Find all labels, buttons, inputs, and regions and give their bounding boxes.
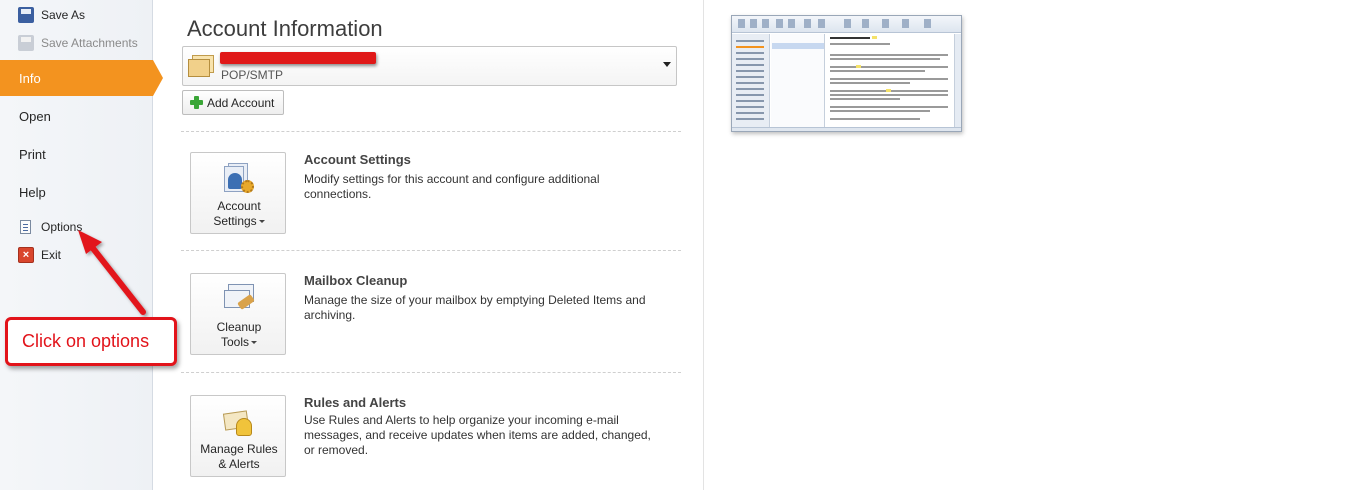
rules-alerts-icon [222, 406, 256, 440]
account-info-panel: Account Information POP/SMTP Add Account [154, 0, 704, 490]
nav-save-as[interactable]: Save As [0, 6, 153, 24]
section-desc-rules-alerts: Use Rules and Alerts to help organize yo… [304, 413, 651, 457]
panel-divider [703, 0, 704, 490]
account-settings-icon [222, 163, 256, 197]
section-title-rules-alerts: Rules and Alerts [304, 395, 407, 410]
exit-icon: × [18, 247, 34, 263]
account-icon [188, 55, 214, 79]
nav-save-attachments-label: Save Attachments [41, 36, 138, 50]
nav-info[interactable]: Info [0, 60, 163, 96]
annotation-callout: Click on options [5, 317, 177, 366]
manage-rules-alerts-button[interactable]: Manage Rules & Alerts [190, 395, 286, 477]
outlook-backstage: Save As Save Attachments Info Open Print… [0, 0, 1362, 490]
account-settings-button[interactable]: Account Settings [190, 152, 286, 234]
manage-rules-button-line2: & Alerts [218, 457, 260, 471]
annotation-text: Click on options [22, 331, 150, 351]
nav-help[interactable]: Help [0, 182, 153, 202]
account-selector[interactable]: POP/SMTP [182, 46, 677, 86]
section-title-account-settings: Account Settings [304, 152, 411, 167]
cleanup-tools-button-line1: Cleanup [216, 320, 262, 334]
nav-print-label: Print [19, 146, 46, 162]
cleanup-tools-icon [222, 284, 256, 318]
page-title: Account Information [187, 16, 383, 41]
nav-save-attachments[interactable]: Save Attachments [0, 34, 153, 52]
chevron-down-icon[interactable] [663, 62, 671, 67]
cleanup-tools-button[interactable]: Cleanup Tools [190, 273, 286, 355]
add-account-button[interactable]: Add Account [182, 90, 284, 115]
account-settings-button-line1: Account [217, 199, 261, 213]
nav-open-label: Open [19, 108, 51, 124]
redacted-account-name [220, 52, 376, 64]
divider [181, 131, 681, 132]
caret-down-icon [258, 220, 265, 224]
add-icon [190, 96, 203, 109]
cleanup-tools-button-line2: Tools [220, 335, 249, 349]
account-type: POP/SMTP [221, 68, 284, 82]
caret-down-icon [251, 341, 257, 345]
nav-exit-label: Exit [41, 248, 62, 262]
account-settings-button-line2: Settings [213, 214, 257, 228]
nav-save-as-label: Save As [41, 8, 86, 22]
nav-help-label: Help [19, 184, 46, 200]
divider [181, 250, 681, 251]
annotation-arrow [78, 230, 146, 315]
nav-info-label: Info [19, 70, 41, 86]
outlook-window-thumbnail [731, 15, 962, 132]
divider [181, 372, 681, 373]
section-desc-account-settings: Modify settings for this account and con… [304, 172, 600, 201]
nav-open[interactable]: Open [0, 106, 153, 126]
save-icon [18, 7, 34, 23]
section-title-mailbox-cleanup: Mailbox Cleanup [304, 273, 408, 288]
attachment-save-icon [18, 35, 34, 51]
manage-rules-button-line1: Manage Rules [200, 442, 278, 456]
options-icon [20, 220, 31, 234]
section-desc-mailbox-cleanup: Manage the size of your mailbox by empty… [304, 293, 646, 322]
add-account-label: Add Account [207, 95, 275, 110]
nav-print[interactable]: Print [0, 144, 153, 164]
